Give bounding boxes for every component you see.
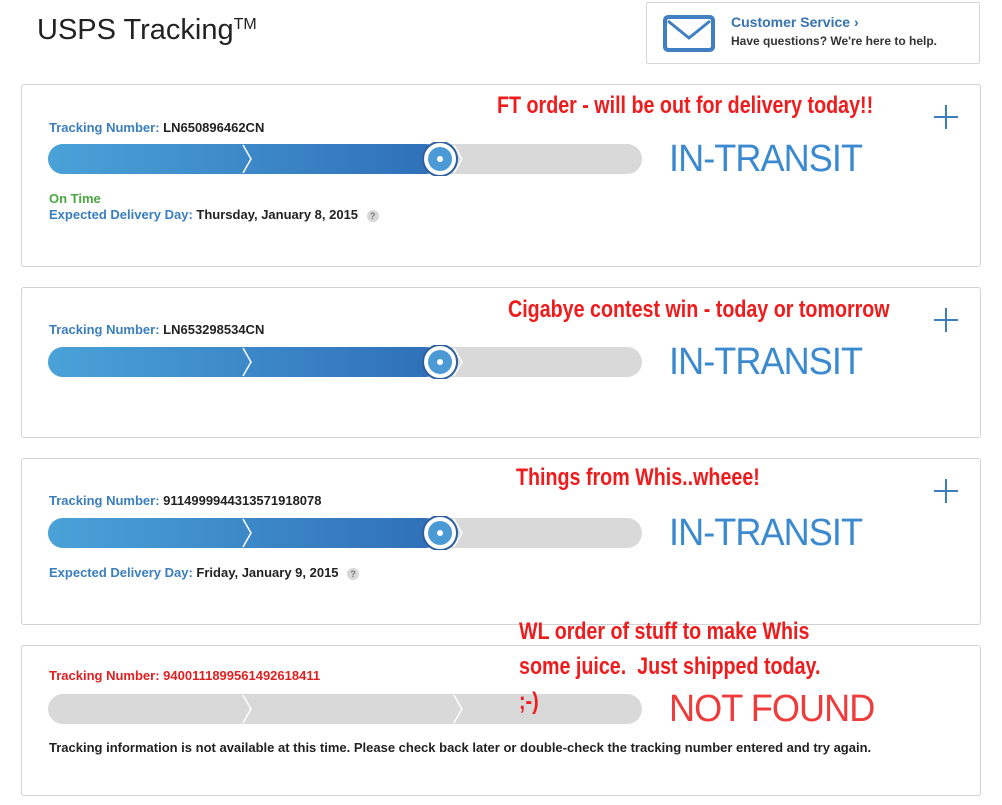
progress-marker bbox=[422, 345, 459, 379]
progress-bar bbox=[48, 516, 642, 550]
tracking-number[interactable]: 9400111899561492618411 bbox=[163, 668, 320, 683]
trademark-mark: TM bbox=[233, 16, 257, 33]
customer-service-link[interactable]: Customer Service › bbox=[731, 14, 859, 30]
expected-delivery-line: Expected Delivery Day: Thursday, January… bbox=[49, 207, 379, 222]
status-label: IN-TRANSIT bbox=[669, 512, 863, 554]
tracking-card: Tracking Number: 9400111899561492618411 … bbox=[21, 645, 981, 796]
tracking-card: Tracking Number: 9114999944313571918078 … bbox=[21, 458, 981, 625]
progress-track bbox=[48, 142, 642, 176]
status-label: IN-TRANSIT bbox=[669, 341, 863, 383]
tracking-number[interactable]: LN653298534CN bbox=[163, 322, 264, 337]
page-title: USPS TrackingTM bbox=[37, 14, 257, 46]
info-message: Tracking information is not available at… bbox=[49, 740, 872, 755]
expand-plus-icon[interactable] bbox=[934, 308, 958, 332]
tracking-number-line: Tracking Number: 9400111899561492618411 bbox=[49, 668, 321, 683]
progress-track bbox=[48, 345, 642, 379]
tracking-number-line: Tracking Number: 9114999944313571918078 bbox=[49, 493, 322, 508]
on-time-status: On Time bbox=[49, 191, 101, 206]
progress-track bbox=[48, 516, 642, 550]
annotation-note: FT order - will be out for delivery toda… bbox=[497, 92, 874, 119]
progress-fill bbox=[48, 347, 441, 377]
customer-service-box[interactable]: Customer Service › Have questions? We're… bbox=[646, 2, 980, 64]
envelope-icon bbox=[663, 15, 715, 52]
progress-bar bbox=[48, 345, 642, 379]
status-label: IN-TRANSIT bbox=[669, 138, 863, 180]
help-icon[interactable]: ? bbox=[366, 209, 379, 222]
annotation-note: Things from Whis..wheee! bbox=[516, 464, 760, 491]
tracking-number[interactable]: LN650896462CN bbox=[163, 120, 264, 135]
tracking-number[interactable]: 9114999944313571918078 bbox=[163, 493, 321, 508]
annotation-note: WL order of stuff to make Whis some juic… bbox=[519, 618, 821, 715]
customer-service-subtitle: Have questions? We're here to help. bbox=[731, 34, 938, 48]
help-icon[interactable]: ? bbox=[347, 567, 360, 580]
annotation-note: Cigabye contest win - today or tomorrow bbox=[508, 296, 890, 323]
expand-plus-icon[interactable] bbox=[934, 105, 958, 129]
tracking-number-line: Tracking Number: LN650896462CN bbox=[49, 120, 265, 135]
delivery-date: Thursday, January 8, 2015 bbox=[196, 207, 359, 222]
expected-delivery-line: Expected Delivery Day: Friday, January 9… bbox=[49, 565, 360, 580]
delivery-date: Friday, January 9, 2015 bbox=[196, 565, 339, 580]
progress-bar bbox=[48, 142, 642, 176]
expand-plus-icon[interactable] bbox=[934, 479, 958, 503]
progress-fill bbox=[48, 518, 441, 548]
progress-fill bbox=[48, 144, 441, 174]
progress-marker bbox=[422, 142, 459, 176]
tracking-number-line: Tracking Number: LN653298534CN bbox=[49, 322, 265, 337]
progress-marker bbox=[422, 516, 459, 550]
